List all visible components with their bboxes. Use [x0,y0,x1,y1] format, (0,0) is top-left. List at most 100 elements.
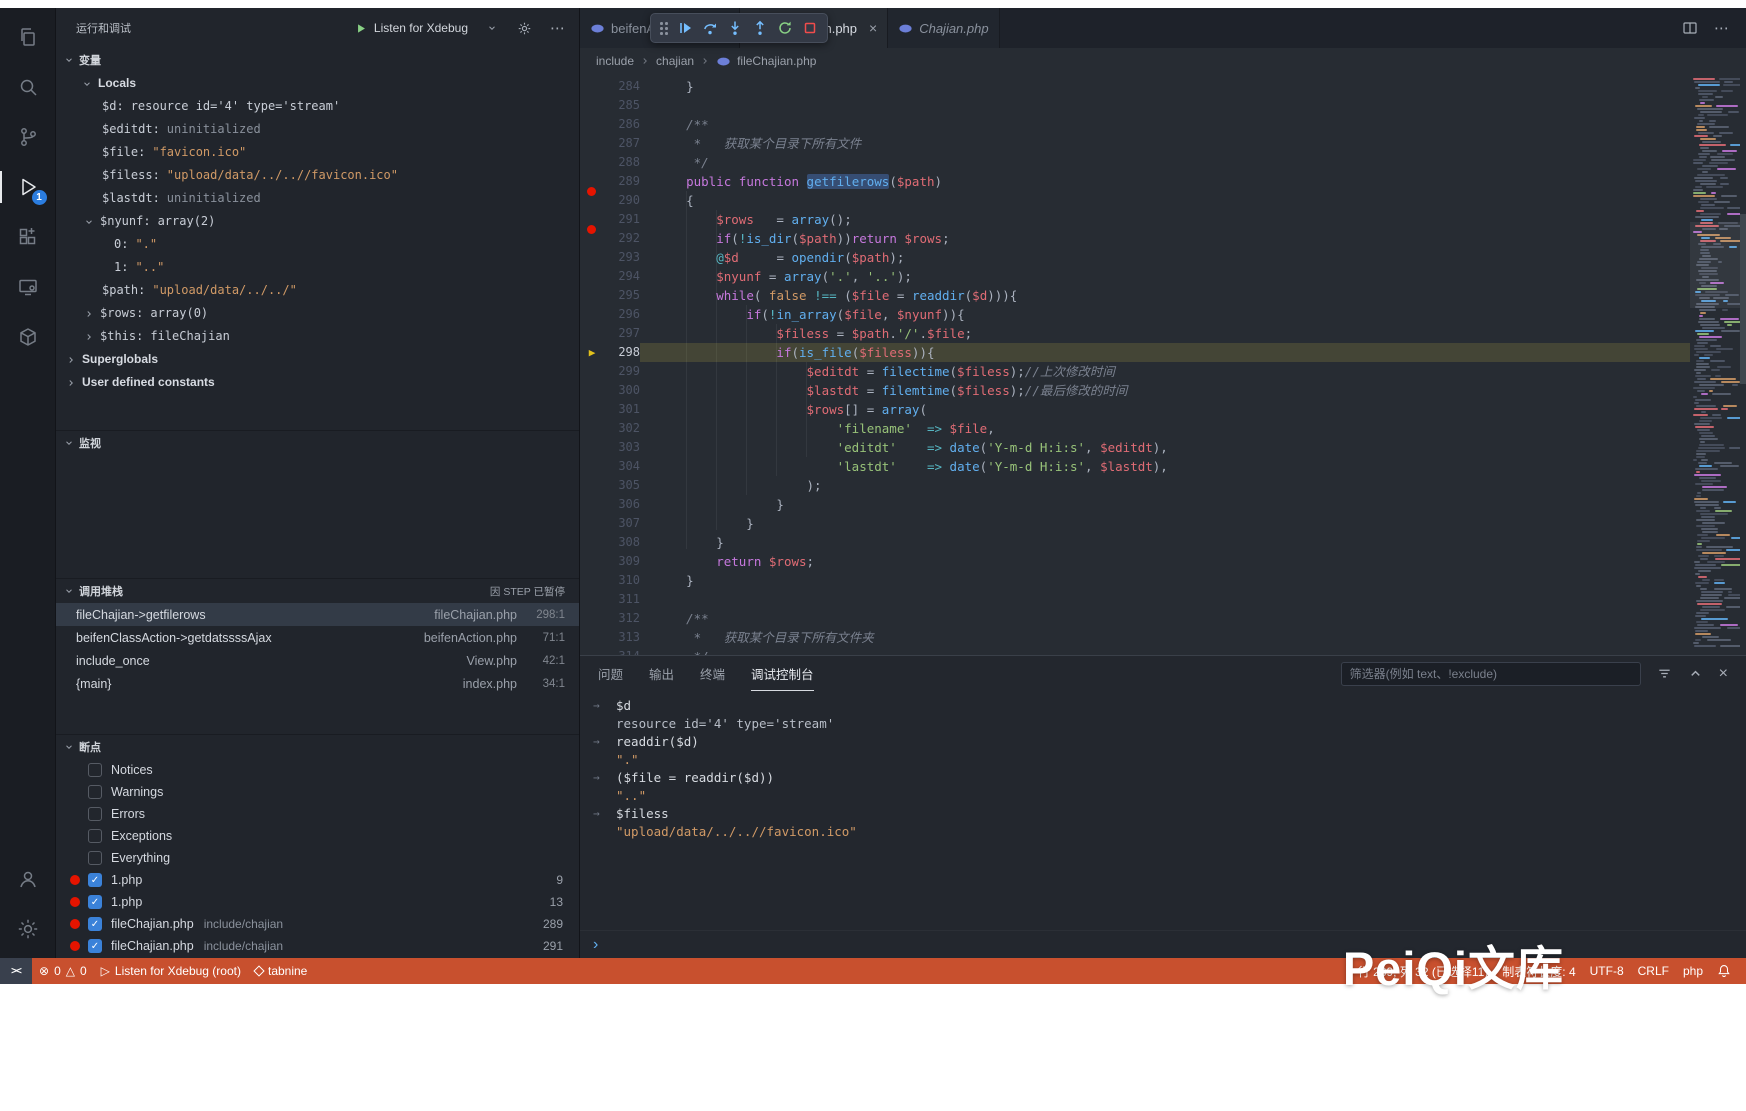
current-line-arrow-icon[interactable]: ▶ [580,343,604,362]
debug-config-dropdown[interactable]: Listen for Xdebug [356,21,497,35]
callstack-frame[interactable]: fileChajian->getfilerowsfileChajian.php2… [56,603,579,626]
remote-explorer-icon[interactable] [0,262,56,312]
start-debug-icon[interactable] [356,23,367,34]
code-line[interactable]: 288 */ [580,153,1690,172]
locals-group[interactable]: Locals [56,72,579,95]
code-line[interactable]: 308 } [580,533,1690,552]
sidebar-more-icon[interactable]: ⋯ [550,21,565,36]
variable-row[interactable]: $filess:"upload/data/../..//favicon.ico" [56,164,579,187]
variable-row[interactable]: 0:"." [56,233,579,256]
variable-row[interactable]: $rows:array(0) [56,302,579,325]
variable-row[interactable]: $file:"favicon.ico" [56,141,579,164]
breadcrumb-item[interactable]: fileChajian.php [737,54,816,68]
variable-row[interactable]: 1:".." [56,256,579,279]
breakpoint-option[interactable]: Everything [56,847,579,869]
breakpoint-entry[interactable]: ✓fileChajian.phpinclude/chajian291 [56,935,579,957]
problems-status[interactable]: ⊗ 0 △ 0 [32,958,94,984]
variables-section-header[interactable]: 变量 [56,48,579,72]
minimap-slider[interactable] [1690,222,1740,308]
code-line[interactable]: 313 * 获取某个目录下所有文件夹 [580,628,1690,647]
breakpoint-option[interactable]: Exceptions [56,825,579,847]
checkbox-unchecked[interactable] [88,829,102,843]
breakpoint-entry[interactable]: ✓1.php9 [56,869,579,891]
checkbox-unchecked[interactable] [88,763,102,777]
variable-row[interactable]: $this:fileChajian [56,325,579,348]
remote-indicator[interactable]: >< [0,958,32,984]
code-line[interactable]: 291 $rows = array(); [580,210,1690,229]
breakpoints-section-header[interactable]: 断点 [56,735,579,759]
search-icon[interactable] [0,62,56,112]
explorer-icon[interactable] [0,12,56,62]
breakpoint-option[interactable]: Warnings [56,781,579,803]
watch-section-header[interactable]: 监视 [56,431,579,455]
breakpoint-option[interactable]: Notices [56,759,579,781]
variable-row[interactable]: $nyunf:array(2) [56,210,579,233]
code-line[interactable]: 300 $lastdt = filemtime($filess);//最后修改的… [580,381,1690,400]
code-line[interactable]: 299 $editdt = filectime($filess);//上次修改时… [580,362,1690,381]
tab-chajian[interactable]: Chajian.php [888,8,999,48]
variable-row[interactable]: $d:resource id='4' type='stream' [56,95,579,118]
checkbox-unchecked[interactable] [88,807,102,821]
callstack-frame[interactable]: include_onceView.php42:1 [56,649,579,672]
variable-row[interactable]: $editdt:uninitialized [56,118,579,141]
debug-settings-gear-icon[interactable] [517,21,532,36]
code-line[interactable]: 286 /** [580,115,1690,134]
debug-status[interactable]: ▷ Listen for Xdebug (root) [94,958,248,984]
code-line[interactable]: 304 'lastdt' => date('Y-m-d H:i:s', $las… [580,457,1690,476]
breadcrumb-item[interactable]: chajian [656,54,694,68]
debug-console[interactable]: →$dresource id='4' type='stream'→readdir… [580,691,1746,930]
code-line[interactable]: 306 } [580,495,1690,514]
variable-group[interactable]: User defined constants [56,371,579,394]
filter-lines-icon[interactable] [1657,666,1672,681]
code-line[interactable]: 295 while( false !== ($file = readdir($d… [580,286,1690,305]
code-line[interactable]: 294 $nyunf = array('.', '..'); [580,267,1690,286]
code-line[interactable]: 310 } [580,571,1690,590]
code-line[interactable]: 309 return $rows; [580,552,1690,571]
run-debug-icon[interactable]: 1 [0,162,56,212]
variable-row[interactable]: $lastdt:uninitialized [56,187,579,210]
checkbox-unchecked[interactable] [88,851,102,865]
stop-button[interactable] [797,15,822,41]
code-line[interactable]: 301 $rows[] = array( [580,400,1690,419]
settings-gear-icon[interactable] [0,904,56,954]
more-actions-icon[interactable]: ⋯ [1714,19,1730,37]
close-icon[interactable]: × [869,20,877,36]
close-panel-icon[interactable]: × [1719,666,1728,682]
continue-button[interactable] [672,15,697,41]
editor-scrollbar[interactable] [1740,74,1746,655]
code-line[interactable]: 302 'filename' => $file, [580,419,1690,438]
checkbox-checked[interactable]: ✓ [88,895,102,909]
code-line[interactable]: 314 */ [580,647,1690,655]
step-over-button[interactable] [697,15,722,41]
code-line[interactable]: 311 [580,590,1690,609]
checkbox-checked[interactable]: ✓ [88,917,102,931]
eol-setting[interactable]: CRLF [1631,964,1676,978]
code-line[interactable]: 289 public function getfilerows($path) [580,172,1690,191]
tab-problems[interactable]: 问题 [598,656,623,691]
code-line[interactable]: 290 { [580,191,1690,210]
code-line[interactable]: 307 } [580,514,1690,533]
code-line[interactable]: 305 ); [580,476,1690,495]
console-input[interactable]: › [580,930,1746,958]
checkbox-unchecked[interactable] [88,785,102,799]
source-control-icon[interactable] [0,112,56,162]
code-line[interactable]: 296 if(!in_array($file, $nyunf)){ [580,305,1690,324]
checkbox-checked[interactable]: ✓ [88,873,102,887]
encoding-setting[interactable]: UTF-8 [1583,964,1631,978]
package-icon[interactable] [0,312,56,362]
step-into-button[interactable] [722,15,747,41]
toolbar-drag-handle[interactable] [659,21,669,35]
code-line[interactable]: 303 'editdt' => date('Y-m-d H:i:s', $edi… [580,438,1690,457]
code-line[interactable]: ▶298 if(is_file($filess)){ [580,343,1690,362]
account-icon[interactable] [0,854,56,904]
tab-terminal[interactable]: 终端 [700,656,725,691]
code-line[interactable]: 284 } [580,77,1690,96]
tabnine-status[interactable]: tabnine [248,958,314,984]
extensions-icon[interactable] [0,212,56,262]
breakpoint-entry[interactable]: ✓1.php13 [56,891,579,913]
language-mode[interactable]: php [1676,964,1710,978]
code-line[interactable]: 285 [580,96,1690,115]
breakpoint-option[interactable]: Errors [56,803,579,825]
breakpoint-entry[interactable]: ✓fileChajian.phpinclude/chajian289 [56,913,579,935]
code-line[interactable]: 297 $filess = $path.'/'.$file; [580,324,1690,343]
